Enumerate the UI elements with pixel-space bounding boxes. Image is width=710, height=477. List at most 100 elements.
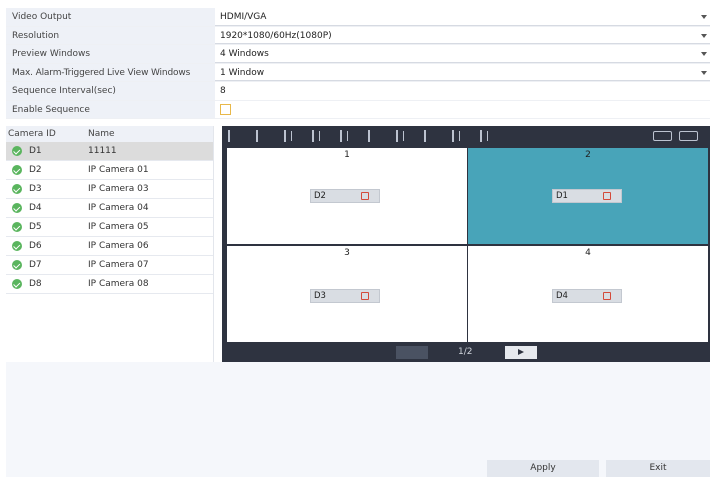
camera-id-cell: D3 bbox=[6, 184, 88, 194]
camera-id: D4 bbox=[29, 203, 42, 213]
camera-id-cell: D5 bbox=[6, 222, 88, 232]
camera-id-cell: D6 bbox=[6, 241, 88, 251]
camera-id-cell: D1 bbox=[6, 146, 88, 156]
settings-panel: Video Output HDMI/VGA Resolution 1920*10… bbox=[6, 8, 710, 119]
video-output-select[interactable]: HDMI/VGA bbox=[215, 8, 710, 26]
window-number: 4 bbox=[585, 248, 591, 258]
page-indicator: 1/2 bbox=[458, 347, 473, 357]
online-check-icon bbox=[12, 146, 22, 156]
sequence-interval-input[interactable]: 8 bbox=[215, 82, 710, 100]
camera-id-cell: D4 bbox=[6, 203, 88, 213]
camera-id: D5 bbox=[29, 222, 42, 232]
layout-6-icon[interactable] bbox=[284, 130, 286, 142]
layout-13-icon[interactable] bbox=[396, 130, 398, 142]
camera-row[interactable]: D4 IP Camera 04 bbox=[6, 199, 213, 218]
camera-tag[interactable]: D3 bbox=[310, 289, 380, 303]
camera-row[interactable]: D1 11111 bbox=[6, 142, 213, 161]
camera-row[interactable]: D7 IP Camera 07 bbox=[6, 256, 213, 275]
camera-tag-label: D2 bbox=[314, 191, 326, 201]
preview-grid: 1 D2 2 D1 3 D3 4 D4 bbox=[227, 148, 708, 343]
online-check-icon bbox=[12, 184, 22, 194]
camera-row[interactable]: D8 IP Camera 08 bbox=[6, 275, 213, 294]
camera-name: IP Camera 08 bbox=[88, 279, 149, 289]
enable-sequence-field bbox=[215, 101, 710, 119]
preview-panel: 1 D2 2 D1 3 D3 4 D4 1/2 bbox=[222, 126, 710, 362]
layout-toolbar bbox=[222, 126, 710, 146]
sequence-interval-row: Sequence Interval(sec) 8 bbox=[6, 82, 710, 101]
resolution-select[interactable]: 1920*1080/60Hz(1080P) bbox=[215, 27, 710, 44]
max-alarm-label: Max. Alarm-Triggered Live View Windows bbox=[6, 63, 215, 81]
previous-page-button[interactable] bbox=[396, 346, 428, 359]
clear-screen-icon[interactable] bbox=[679, 131, 698, 141]
chevron-down-icon bbox=[701, 15, 707, 19]
bottom-area bbox=[6, 362, 710, 477]
enable-sequence-checkbox[interactable] bbox=[220, 103, 231, 115]
camera-remove-icon[interactable] bbox=[603, 192, 611, 200]
camera-row[interactable]: D6 IP Camera 06 bbox=[6, 237, 213, 256]
camera-id-cell: D2 bbox=[6, 165, 88, 175]
preview-window[interactable]: 4 D4 bbox=[468, 246, 708, 342]
camera-id-cell: D7 bbox=[6, 260, 88, 270]
camera-remove-icon[interactable] bbox=[361, 192, 369, 200]
layout-10-icon[interactable] bbox=[368, 130, 370, 142]
chevron-down-icon bbox=[701, 33, 707, 38]
camera-name: IP Camera 05 bbox=[88, 222, 149, 232]
layout-9-icon[interactable] bbox=[340, 130, 342, 142]
enable-sequence-label: Enable Sequence bbox=[6, 100, 215, 118]
camera-tag-label: D4 bbox=[556, 291, 568, 301]
camera-remove-icon[interactable] bbox=[361, 292, 369, 300]
apply-button[interactable]: Apply bbox=[487, 460, 599, 477]
preview-windows-label: Preview Windows bbox=[6, 45, 215, 63]
camera-tag[interactable]: D1 bbox=[552, 189, 622, 203]
layout-8-icon[interactable] bbox=[312, 130, 314, 142]
max-alarm-select[interactable]: 1 Window bbox=[215, 64, 710, 81]
camera-row[interactable]: D2 IP Camera 01 bbox=[6, 161, 213, 180]
preview-window[interactable]: 2 D1 bbox=[468, 148, 708, 244]
online-check-icon bbox=[12, 260, 22, 270]
camera-tag[interactable]: D2 bbox=[310, 189, 380, 203]
camera-name: IP Camera 07 bbox=[88, 260, 149, 270]
online-check-icon bbox=[12, 203, 22, 213]
exit-button[interactable]: Exit bbox=[606, 460, 710, 477]
camera-name: IP Camera 03 bbox=[88, 184, 149, 194]
column-header-camera-id: Camera ID bbox=[8, 129, 56, 139]
layout-16-icon[interactable] bbox=[424, 130, 426, 142]
camera-id: D1 bbox=[29, 146, 42, 156]
pager: 1/2 bbox=[222, 345, 710, 361]
camera-remove-icon[interactable] bbox=[603, 292, 611, 300]
camera-name: 11111 bbox=[88, 146, 117, 156]
online-check-icon bbox=[12, 279, 22, 289]
video-output-row: Video Output HDMI/VGA bbox=[6, 8, 710, 27]
online-check-icon bbox=[12, 241, 22, 251]
layout-25-icon[interactable] bbox=[452, 130, 454, 142]
sequence-interval-label: Sequence Interval(sec) bbox=[6, 82, 215, 100]
previous-screen-icon[interactable] bbox=[653, 131, 672, 141]
camera-tag[interactable]: D4 bbox=[552, 289, 622, 303]
column-header-name: Name bbox=[88, 129, 115, 139]
camera-id-cell: D8 bbox=[6, 279, 88, 289]
camera-row[interactable]: D3 IP Camera 03 bbox=[6, 180, 213, 199]
camera-id: D3 bbox=[29, 184, 42, 194]
layout-4-icon[interactable] bbox=[256, 130, 258, 142]
camera-id: D8 bbox=[29, 279, 42, 289]
camera-list: Camera ID Name D1 11111 D2 IP Camera 01 D3 IP… bbox=[6, 126, 214, 362]
next-page-button[interactable] bbox=[505, 346, 537, 359]
resolution-row: Resolution 1920*1080/60Hz(1080P) bbox=[6, 26, 710, 45]
chevron-down-icon bbox=[701, 70, 707, 75]
camera-id: D7 bbox=[29, 260, 42, 270]
online-check-icon bbox=[12, 222, 22, 232]
camera-id: D6 bbox=[29, 241, 42, 251]
preview-window[interactable]: 1 D2 bbox=[227, 148, 467, 244]
resolution-label: Resolution bbox=[6, 26, 215, 44]
window-number: 3 bbox=[344, 248, 350, 258]
preview-windows-row: Preview Windows 4 Windows bbox=[6, 45, 710, 64]
camera-list-header: Camera ID Name bbox=[6, 126, 213, 142]
camera-name: IP Camera 04 bbox=[88, 203, 149, 213]
layout-32-icon[interactable] bbox=[480, 130, 482, 142]
preview-window[interactable]: 3 D3 bbox=[227, 246, 467, 342]
window-number: 2 bbox=[585, 150, 591, 160]
camera-row[interactable]: D5 IP Camera 05 bbox=[6, 218, 213, 237]
window-number: 1 bbox=[344, 150, 350, 160]
preview-windows-select[interactable]: 4 Windows bbox=[215, 45, 710, 63]
layout-1-icon[interactable] bbox=[228, 130, 230, 142]
